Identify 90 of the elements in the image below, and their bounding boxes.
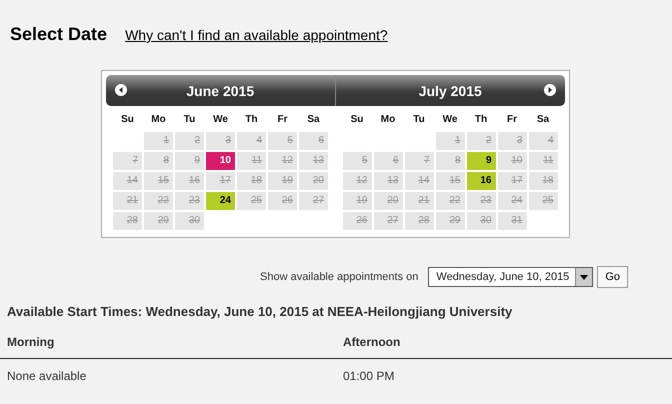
unavailable-day: 16: [175, 172, 204, 190]
unavailable-day: 22: [436, 192, 464, 210]
results-heading: Available Start Times: Wednesday, June 10, 2015 at NEEA-Heilongjiang University: [6, 303, 514, 321]
unavailable-day: 8: [144, 152, 173, 170]
next-icon[interactable]: [544, 84, 556, 96]
unavailable-day: 20: [299, 172, 328, 190]
unavailable-day: 27: [299, 192, 328, 210]
month-title: June 2015: [186, 82, 254, 98]
unavailable-day: 2: [175, 132, 204, 150]
unavailable-day: 26: [342, 212, 372, 230]
weekday-label: Sa: [306, 113, 321, 127]
date-dropdown[interactable]: Wednesday, June 10, 2015: [428, 267, 594, 287]
weekday-label: Sa: [536, 113, 550, 127]
unavailable-day: 28: [404, 212, 434, 230]
unavailable-day: 1: [436, 132, 464, 150]
unavailable-day: 24: [498, 192, 526, 210]
available-day[interactable]: 24: [206, 192, 235, 210]
unavailable-day: 10: [498, 152, 526, 170]
unavailable-day: 15: [144, 172, 173, 190]
unavailable-day: 7: [113, 152, 142, 170]
available-day[interactable]: 16: [466, 172, 496, 190]
unavailable-day: 17: [498, 172, 526, 190]
unavailable-day: 4: [528, 132, 558, 150]
unavailable-day: 27: [374, 212, 402, 230]
unavailable-day: 12: [342, 172, 372, 190]
weekday-label: Tu: [182, 113, 196, 127]
unavailable-day: 21: [404, 192, 434, 210]
unavailable-day: 21: [113, 192, 142, 210]
caret-icon: [580, 274, 588, 280]
unavailable-day: 6: [374, 152, 402, 170]
weekday-label: Mo: [150, 113, 167, 127]
previous-icon[interactable]: [115, 84, 127, 96]
column-header: Morning: [6, 335, 56, 349]
unavailable-day: 22: [144, 192, 173, 210]
help-link[interactable]: Why can't I find an available appointment?: [125, 27, 388, 43]
weekday-label: Mo: [380, 113, 396, 127]
unavailable-day: 30: [466, 212, 496, 230]
weekday-label: We: [442, 113, 458, 127]
go-button[interactable]: Go: [597, 266, 628, 288]
unavailable-day: 29: [436, 212, 464, 230]
unavailable-day: 1: [144, 132, 173, 150]
page-title: Select Date: [10, 24, 108, 45]
unavailable-day: 17: [206, 172, 235, 190]
unavailable-day: 3: [206, 132, 235, 150]
weekday-label: Fr: [506, 113, 518, 127]
show-label: Show available appointments on: [260, 271, 418, 283]
unavailable-day: 20: [374, 192, 402, 210]
unavailable-day: 19: [268, 172, 297, 190]
unavailable-day: 23: [466, 192, 496, 210]
unavailable-day: 11: [237, 152, 266, 170]
table-cell-text: 01:00 PM: [342, 369, 396, 383]
unavailable-day: 6: [299, 132, 328, 150]
weekday-label: Su: [120, 113, 135, 127]
unavailable-day: 9: [175, 152, 204, 170]
unavailable-day: 28: [113, 212, 142, 230]
unavailable-day: 14: [404, 172, 434, 190]
unavailable-day: 7: [404, 152, 434, 170]
unavailable-day: 3: [498, 132, 526, 150]
unavailable-day: 8: [436, 152, 464, 170]
weekday-label: Fr: [276, 113, 288, 127]
unavailable-day: 29: [144, 212, 173, 230]
unavailable-day: 12: [268, 152, 297, 170]
month-title: July 2015: [418, 82, 482, 98]
unavailable-day: 18: [528, 172, 558, 190]
unavailable-day: 5: [268, 132, 297, 150]
weekday-label: Th: [474, 113, 488, 127]
unavailable-day: 15: [436, 172, 464, 190]
unavailable-day: 26: [268, 192, 297, 210]
available-day[interactable]: 9: [466, 152, 496, 170]
column-header: Afternoon: [342, 335, 402, 349]
unavailable-day: 25: [528, 192, 558, 210]
weekday-label: We: [212, 113, 229, 127]
unavailable-day: 5: [342, 152, 372, 170]
unavailable-day: 25: [237, 192, 266, 210]
unavailable-day: 4: [237, 132, 266, 150]
unavailable-day: 19: [342, 192, 372, 210]
unavailable-day: 23: [175, 192, 204, 210]
unavailable-day: 2: [466, 132, 496, 150]
unavailable-day: 31: [498, 212, 526, 230]
unavailable-day: 18: [237, 172, 266, 190]
unavailable-day: 11: [528, 152, 558, 170]
unavailable-day: 13: [299, 152, 328, 170]
unavailable-day: 14: [113, 172, 142, 190]
unavailable-day: 30: [175, 212, 204, 230]
weekday-label: Tu: [412, 113, 426, 127]
unavailable-day: 13: [374, 172, 402, 190]
weekday-label: Th: [244, 113, 259, 127]
table-cell-text: None available: [6, 369, 88, 383]
weekday-label: Su: [350, 113, 364, 127]
selected-day[interactable]: 10: [206, 152, 235, 170]
